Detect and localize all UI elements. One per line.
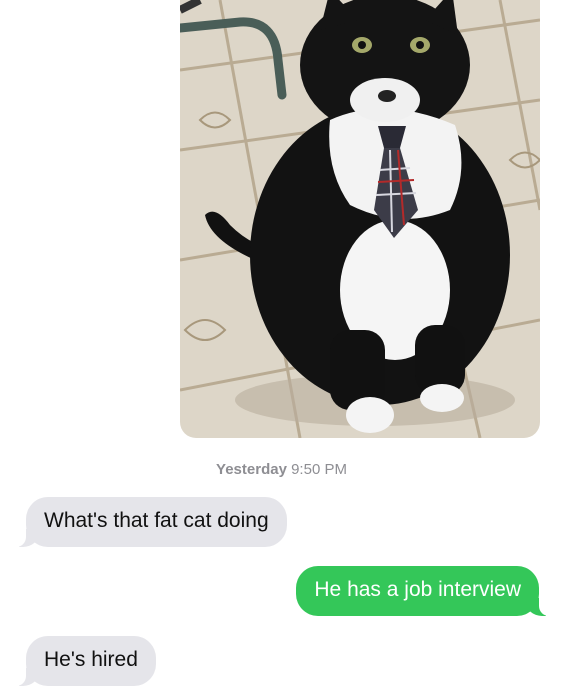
message-text: He has a job interview	[314, 578, 521, 601]
photo-message[interactable]	[180, 0, 540, 438]
message-text: He's hired	[44, 648, 138, 671]
timestamp-day: Yesterday	[216, 461, 287, 478]
message-timestamp: Yesterday 9:50 PM	[0, 461, 563, 478]
timestamp-time: 9:50 PM	[291, 461, 347, 478]
incoming-message-bubble[interactable]: He's hired	[16, 636, 156, 686]
message-thread: Yesterday 9:50 PM What's that fat cat do…	[0, 0, 563, 686]
cat-photo-image	[180, 0, 540, 438]
incoming-message-bubble[interactable]: What's that fat cat doing	[16, 497, 287, 547]
message-text: What's that fat cat doing	[44, 509, 269, 532]
outgoing-message-bubble[interactable]: He has a job interview	[296, 566, 549, 616]
